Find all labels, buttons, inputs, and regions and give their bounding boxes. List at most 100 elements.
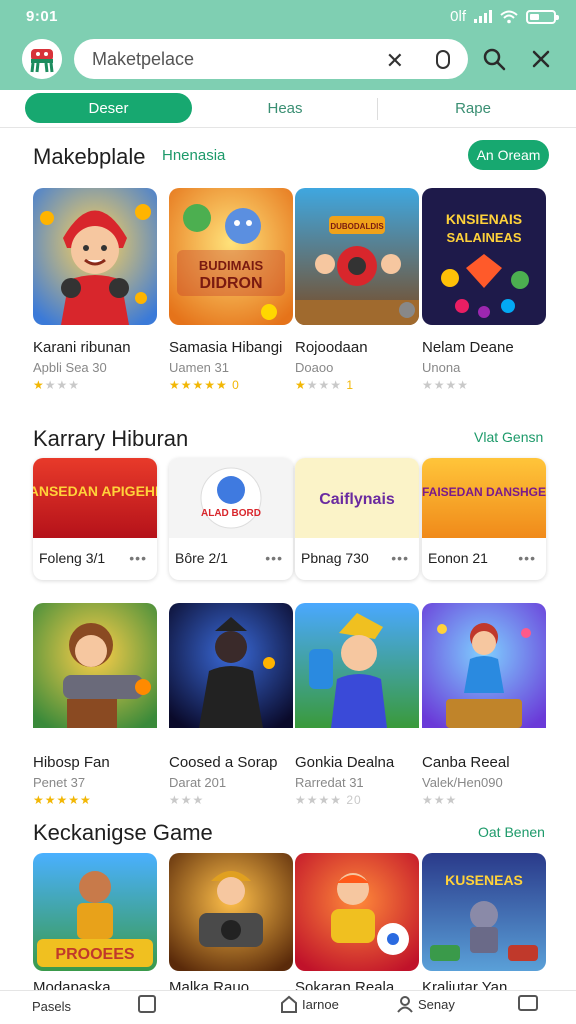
game-card[interactable]: Karani ribunan Apbli Sea 30 ★★★★ bbox=[33, 188, 157, 392]
more-icon[interactable]: ••• bbox=[518, 550, 536, 566]
game-card[interactable]: Sokaran Reala bbox=[295, 853, 419, 996]
nav-window[interactable] bbox=[518, 995, 538, 1011]
thumb-art-text: DUBODALDIS bbox=[330, 222, 384, 231]
game-name: Canba Reeal bbox=[422, 754, 510, 771]
game-name: Hibosp Fan bbox=[33, 754, 110, 771]
clear-icon[interactable]: ✕ bbox=[386, 48, 404, 74]
signal-icon bbox=[474, 10, 492, 23]
window-icon bbox=[518, 995, 538, 1011]
battery-icon bbox=[526, 9, 559, 24]
more-icon[interactable]: ••• bbox=[391, 550, 409, 566]
thumb-art-text: PROOEES bbox=[55, 946, 134, 963]
category-tile[interactable]: FAISEDAN DANSHGE Eonon 21 ••• bbox=[422, 458, 546, 580]
game-name: Nelam Deane bbox=[422, 339, 514, 356]
section1-title: Makebplale bbox=[33, 144, 146, 169]
rating-text: 0 bbox=[232, 378, 240, 392]
game-subtitle: Apbli Sea 30 bbox=[33, 360, 107, 375]
tile-art: FAISEDAN DANSHGE bbox=[422, 458, 546, 538]
nav-pasels[interactable]: Pasels bbox=[32, 999, 71, 1014]
thumb-art-text: KNSIENAIS bbox=[446, 211, 522, 227]
tab-bar: Deser Heas Rape bbox=[0, 90, 576, 128]
tile-art-text: ALAD BORD bbox=[201, 508, 261, 519]
game-subtitle: Rarredat 31 bbox=[295, 775, 364, 790]
thumb-art-text: BUDIMAIS bbox=[199, 258, 264, 273]
thumb-art-text: SALAINEAS bbox=[446, 230, 521, 245]
tab-heas[interactable]: Heas bbox=[200, 93, 370, 123]
nav-senay[interactable]: Senay bbox=[396, 995, 455, 1013]
network-label: 0lf bbox=[450, 8, 466, 25]
section2-title: Karrary Hiburan bbox=[33, 426, 189, 451]
wifi-icon bbox=[500, 10, 518, 23]
status-icons: 0lf bbox=[450, 8, 559, 25]
rating-stars: ★★★★ bbox=[422, 378, 470, 392]
game-card[interactable]: Canba Reeal Valek/Hen090 ★★★ bbox=[422, 603, 546, 807]
category-tile[interactable]: ALAD BORD Bôre 2/1 ••• bbox=[169, 458, 293, 580]
status-time: 9:01 bbox=[26, 8, 59, 25]
profile-icon bbox=[397, 996, 413, 1013]
tile-label: Pbnag 730 bbox=[301, 550, 369, 566]
section1-action-button[interactable]: An Oream bbox=[468, 140, 549, 170]
game-thumbnail bbox=[295, 603, 419, 740]
section1-subtitle: Hnenasia bbox=[162, 147, 226, 164]
tile-art-text: FAISEDAN DANSHGE bbox=[422, 485, 546, 499]
game-card[interactable]: BUDIMAIS DIDRON Samasia Hibangi Uamen 31… bbox=[169, 188, 293, 392]
app-logo[interactable] bbox=[22, 39, 62, 79]
search-icon[interactable] bbox=[481, 46, 507, 72]
more-icon[interactable]: ••• bbox=[129, 550, 147, 566]
game-thumbnail bbox=[33, 603, 157, 740]
mic-icon[interactable] bbox=[436, 50, 450, 69]
store-icon bbox=[281, 995, 297, 1013]
nav-store[interactable]: Iarnoe bbox=[280, 995, 339, 1013]
game-card[interactable]: Malka Rauo bbox=[169, 853, 293, 996]
tile-art-text: Caiflynais bbox=[319, 491, 395, 508]
game-card[interactable]: Coosed a Sorap Darat 201 ★★★ bbox=[169, 603, 293, 807]
game-name: Karani ribunan bbox=[33, 339, 131, 356]
search-bar[interactable]: Maketpelace ✕ bbox=[74, 39, 468, 79]
rating-stars: ★★★★ 20 bbox=[295, 793, 362, 807]
game-card[interactable]: Hibosp Fan Penet 37 ★★★★★ bbox=[33, 603, 157, 807]
more-icon[interactable]: ••• bbox=[265, 550, 283, 566]
section3-view-all[interactable]: Oat Benen bbox=[478, 824, 545, 840]
game-name: Gonkia Dealna bbox=[295, 754, 395, 771]
tile-art-text: FANSEDAN APIGEHIN bbox=[33, 483, 157, 499]
game-name: Coosed a Sorap bbox=[169, 754, 278, 771]
game-thumbnail: PROOEES bbox=[33, 853, 157, 971]
rating-stars: ★★★★★ 0 bbox=[169, 378, 240, 392]
rating-stars: ★★★★ 1 bbox=[295, 378, 355, 392]
category-tile[interactable]: Caiflynais Pbnag 730 ••• bbox=[295, 458, 419, 580]
rating-stars: ★★★★ bbox=[33, 378, 81, 392]
thumb-art-text: KUSENEAS bbox=[445, 872, 523, 888]
rating-stars: ★★★ bbox=[169, 793, 205, 807]
game-card[interactable]: KNSIENAIS SALAINEAS Nelam Deane Unona ★★… bbox=[422, 188, 546, 392]
game-subtitle: Unona bbox=[422, 360, 461, 375]
category-tile[interactable]: FANSEDAN APIGEHIN Foleng 3/1 ••• bbox=[33, 458, 157, 580]
game-subtitle: Doaoo bbox=[295, 360, 334, 375]
bottom-nav: Pasels Iarnoe Senay bbox=[0, 990, 576, 1024]
game-card[interactable]: Gonkia Dealna Rarredat 31 ★★★★ 20 bbox=[295, 603, 419, 807]
game-subtitle: Uamen 31 bbox=[169, 360, 229, 375]
game-subtitle: Valek/Hen090 bbox=[422, 775, 503, 790]
tab-divider bbox=[377, 98, 378, 120]
game-thumbnail bbox=[422, 603, 546, 740]
tile-label: Bôre 2/1 bbox=[175, 550, 228, 566]
game-thumbnail bbox=[33, 188, 157, 325]
tile-art: ALAD BORD bbox=[169, 458, 293, 538]
game-card[interactable]: DUBODALDIS Rojoodaan Doaoo ★★★★ 1 bbox=[295, 188, 419, 392]
close-icon[interactable] bbox=[528, 46, 554, 72]
tile-label: Foleng 3/1 bbox=[39, 550, 106, 566]
rating-text: 1 bbox=[346, 378, 355, 392]
game-card[interactable]: KUSENEAS Kraliutar Yan bbox=[422, 853, 546, 996]
tab-rape[interactable]: Rape bbox=[385, 93, 561, 123]
game-thumbnail: KNSIENAIS SALAINEAS bbox=[422, 188, 546, 325]
tab-deser[interactable]: Deser bbox=[25, 93, 192, 123]
search-input[interactable]: Maketpelace bbox=[92, 49, 194, 70]
section3-title: Keckanigse Game bbox=[33, 820, 213, 845]
game-subtitle: Penet 37 bbox=[33, 775, 86, 790]
nav-bag[interactable] bbox=[138, 995, 156, 1013]
rating-text: 20 bbox=[346, 793, 362, 807]
game-thumbnail bbox=[295, 853, 419, 971]
nav-label: Pasels bbox=[32, 999, 72, 1014]
game-card[interactable]: PROOEES Modapaska bbox=[33, 853, 157, 996]
section2-view-all[interactable]: Vlat Gensn bbox=[474, 429, 543, 445]
nav-label: Iarnoe bbox=[302, 996, 339, 1012]
